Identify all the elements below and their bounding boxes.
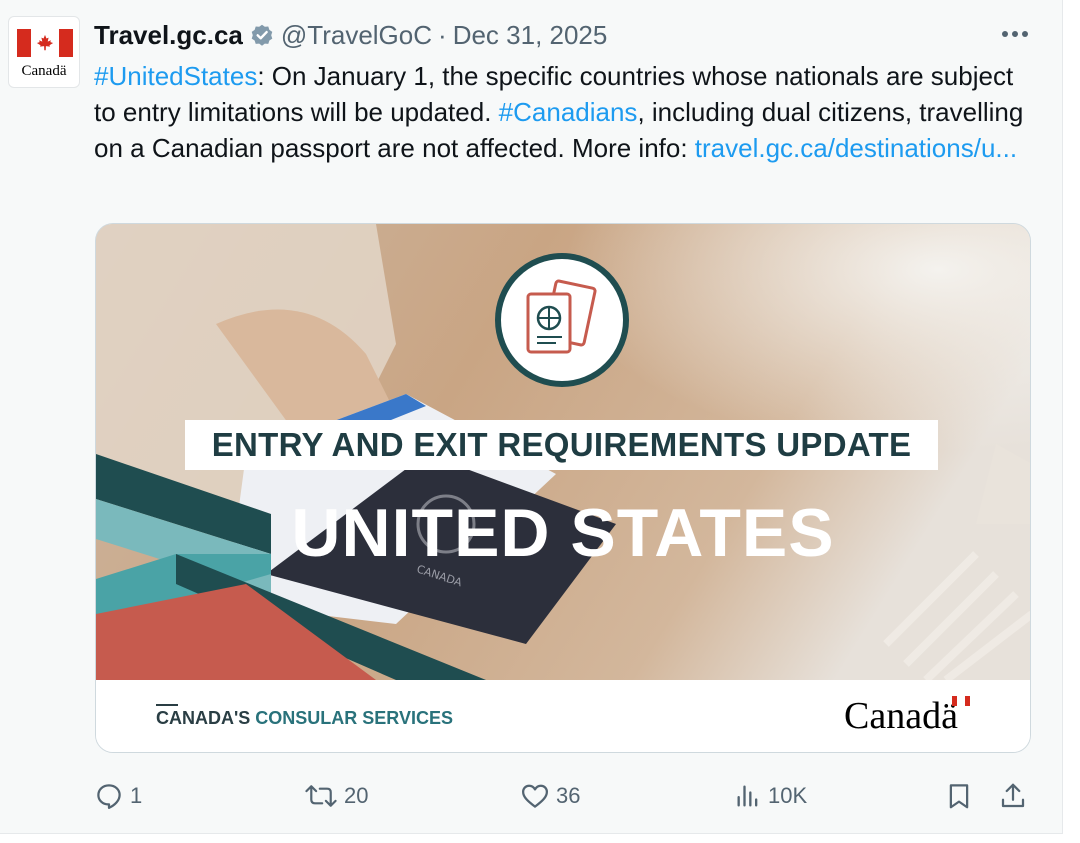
share-icon	[998, 781, 1028, 811]
views-icon	[734, 781, 762, 811]
consular-bar	[156, 704, 178, 706]
separator: ·	[438, 19, 447, 50]
timestamp[interactable]: Dec 31, 2025	[453, 20, 608, 51]
hashtag-unitedstates[interactable]: #UnitedStates	[94, 61, 257, 91]
hashtag-canadians[interactable]: #Canadians	[499, 97, 638, 127]
repost-icon	[304, 781, 338, 811]
tweet[interactable]: Canadä Travel.gc.ca @TravelGoC · Dec 31,…	[0, 0, 1063, 834]
views-button[interactable]: 10K	[734, 776, 807, 816]
wordmark-flag-icon	[952, 696, 970, 706]
bookmark-button[interactable]	[944, 776, 974, 816]
avatar[interactable]: Canadä	[8, 16, 80, 88]
like-button[interactable]: 36	[520, 776, 580, 816]
reply-button[interactable]: 1	[94, 776, 142, 816]
tweet-text: #UnitedStates: On January 1, the specifi…	[94, 58, 1024, 166]
banner-country: UNITED STATES	[291, 495, 835, 571]
share-button[interactable]	[998, 776, 1028, 816]
views-count: 10K	[768, 783, 808, 808]
media-footer: CANADA'S CONSULAR SERVICES Canadä	[96, 680, 1030, 752]
like-count: 36	[556, 783, 581, 808]
canada-wordmark: Canadä	[844, 695, 958, 737]
consular-part-b: CONSULAR SERVICES	[255, 708, 453, 728]
reply-icon	[94, 781, 124, 811]
passport-icon	[495, 253, 629, 387]
like-icon	[520, 781, 550, 811]
handle[interactable]: @TravelGoC	[281, 20, 432, 51]
canada-flag-icon	[17, 29, 73, 57]
banner-title: ENTRY AND EXIT REQUIREMENTS UPDATE	[185, 420, 938, 470]
reply-count: 1	[130, 783, 143, 808]
tweet-header: Travel.gc.ca @TravelGoC · Dec 31, 2025	[94, 17, 607, 53]
more-icon[interactable]	[998, 20, 1032, 48]
verified-badge-icon	[249, 22, 275, 48]
consular-services-label: CANADA'S CONSULAR SERVICES	[156, 708, 453, 729]
media-card[interactable]: CANADA ENTRY AND EXIT REQUIREMENTS UPDAT…	[95, 223, 1031, 753]
more-info-link[interactable]: travel.gc.ca/destinations/u...	[695, 133, 1017, 163]
action-bar: 1 20 36 10K	[94, 776, 1034, 816]
consular-part-a: CANADA'S	[156, 708, 251, 728]
repost-button[interactable]: 20	[304, 776, 368, 816]
bookmark-icon	[944, 781, 974, 811]
repost-count: 20	[344, 783, 369, 808]
display-name[interactable]: Travel.gc.ca	[94, 20, 243, 51]
avatar-wordmark: Canadä	[21, 63, 67, 79]
